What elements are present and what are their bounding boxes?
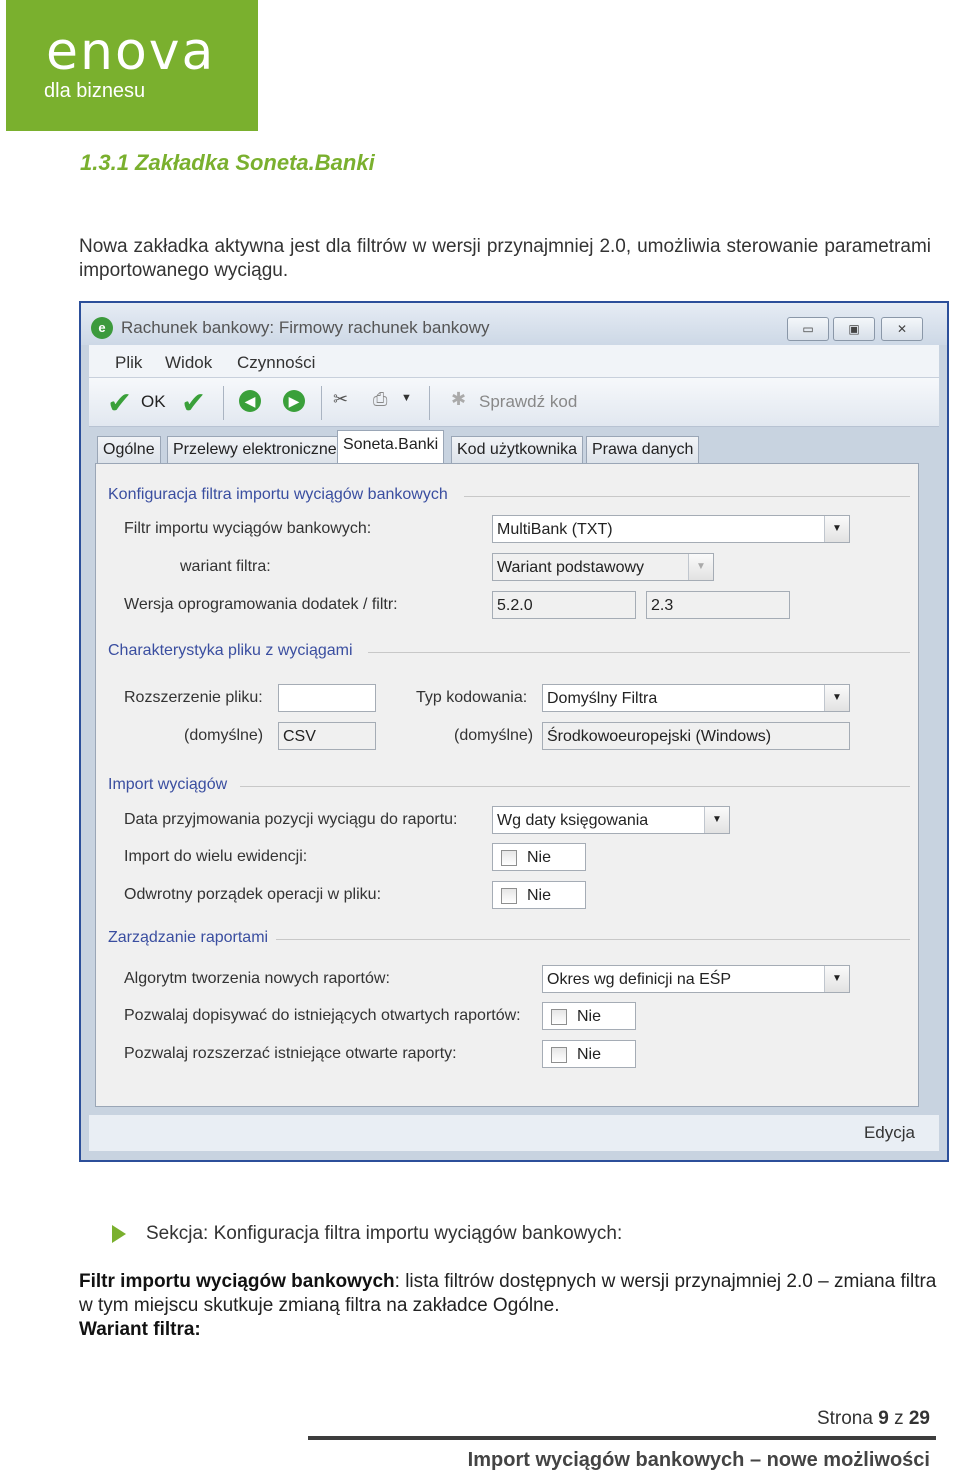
footer-title: Import wyciągów bankowych – nowe możliwo…: [467, 1449, 930, 1471]
page-number: Strona 9 z 29: [817, 1408, 930, 1430]
menu-bar: Plik Widok Czynności: [89, 345, 939, 378]
print-icon[interactable]: ⎙: [373, 389, 387, 410]
variant-label: wariant filtra:: [180, 558, 271, 575]
window-titlebar: e Rachunek bankowy: Firmowy rachunek ban…: [81, 303, 947, 345]
chevron-down-icon: ▼: [688, 554, 713, 580]
tab-kod-uzytkownika[interactable]: Kod użytkownika: [451, 436, 584, 463]
date-select[interactable]: Wg daty księgowania ▼: [492, 806, 730, 834]
menu-czynnosci[interactable]: Czynności: [237, 353, 315, 373]
multi-value: Nie: [527, 849, 552, 866]
append-checkbox[interactable]: Nie: [542, 1002, 636, 1030]
forward-arrow-icon[interactable]: ▶: [283, 390, 305, 412]
encoding-label: Typ kodowania:: [416, 689, 528, 706]
date-label: Data przyjmowania pozycji wyciągu do rap…: [124, 811, 458, 828]
extend-value: Nie: [577, 1046, 602, 1063]
tab-soneta-banki[interactable]: Soneta.Banki: [337, 430, 445, 464]
tab-prawa-danych[interactable]: Prawa danych: [586, 436, 700, 463]
version-filter-field: 2.3: [646, 591, 790, 619]
multi-label: Import do wielu ewidencji:: [124, 848, 308, 865]
chevron-down-icon[interactable]: ▼: [824, 685, 849, 711]
body-paragraph: Filtr importu wyciągów bankowych: lista …: [79, 1270, 951, 1342]
encoding-default-label: (domyślne): [454, 727, 534, 744]
ext-label: Rozszerzenie pliku:: [124, 689, 263, 706]
filter-select[interactable]: MultiBank (TXT) ▼: [492, 515, 850, 543]
multi-checkbox[interactable]: Nie: [492, 843, 586, 871]
variant-select[interactable]: Wariant podstawowy ▼: [492, 553, 714, 581]
ok-check-icon[interactable]: ✔: [107, 386, 132, 421]
term-filter: Filtr importu wyciągów bankowych: [79, 1271, 395, 1292]
encoding-select[interactable]: Domyślny Filtra ▼: [542, 684, 850, 712]
app-icon: e: [91, 317, 113, 339]
bullet-arrow-icon: [112, 1225, 126, 1243]
menu-widok[interactable]: Widok: [165, 353, 212, 373]
checkbox-icon[interactable]: [551, 1047, 567, 1063]
extend-checkbox[interactable]: Nie: [542, 1040, 636, 1068]
bullet-item: Sekcja: Konfiguracja filtra importu wyci…: [146, 1223, 623, 1244]
version-addon-field: 5.2.0: [492, 591, 636, 619]
page-total: 29: [908, 1408, 930, 1429]
encoding-default-field: Środkowoeuropejski (Windows): [542, 722, 850, 750]
encoding-value: Domyślny Filtra: [547, 690, 658, 707]
tab-panel: Konfiguracja filtra importu wyciągów ban…: [95, 463, 919, 1107]
algo-value: Okres wg definicji na EŚP: [547, 971, 732, 988]
section-heading: 1.3.1 Zakładka Soneta.Banki: [80, 150, 375, 175]
algo-select[interactable]: Okres wg definicji na EŚP ▼: [542, 965, 850, 993]
version-label: Wersja oprogramowania dodatek / filtr:: [124, 596, 398, 613]
tab-strip: Ogólne Przelewy elektroniczne Soneta.Ban…: [89, 427, 939, 464]
ext-default-field: CSV: [278, 722, 376, 750]
reverse-value: Nie: [527, 887, 552, 904]
chevron-down-icon[interactable]: ▼: [824, 516, 849, 542]
check-code-button[interactable]: Sprawdź kod: [479, 392, 577, 412]
checkbox-icon[interactable]: [551, 1009, 567, 1025]
back-arrow-icon[interactable]: ◀: [239, 390, 261, 412]
ext-default-label: (domyślne): [184, 727, 264, 744]
checkbox-icon[interactable]: [501, 888, 517, 904]
tab-przelewy[interactable]: Przelewy elektroniczne: [167, 436, 343, 463]
filter-label: Filtr importu wyciągów bankowych:: [124, 520, 372, 537]
section-filter-config: Konfiguracja filtra importu wyciągów ban…: [108, 486, 448, 503]
print-dropdown-icon[interactable]: ▼: [401, 392, 412, 404]
section-reports: Zarządzanie raportami: [108, 929, 269, 946]
ext-input[interactable]: [278, 684, 376, 712]
section-import: Import wyciągów: [108, 776, 228, 793]
status-bar: Edycja: [89, 1115, 939, 1151]
status-text: Edycja: [863, 1123, 915, 1142]
intro-paragraph: Nowa zakładka aktywna jest dla filtrów w…: [79, 236, 931, 281]
window-title: Rachunek bankowy: Firmowy rachunek banko…: [121, 318, 490, 337]
reverse-label: Odwrotny porządek operacji w pliku:: [124, 886, 382, 903]
logo-tagline: dla biznesu: [44, 80, 146, 102]
algo-label: Algorytm tworzenia nowych raportów:: [124, 970, 390, 987]
chevron-down-icon[interactable]: ▼: [824, 966, 849, 992]
append-label: Pozwalaj dopisywać do istniejących otwar…: [124, 1007, 521, 1024]
reverse-checkbox[interactable]: Nie: [492, 881, 586, 909]
enova-logo: enova dla biznesu: [6, 0, 258, 131]
append-value: Nie: [577, 1008, 602, 1025]
close-icon[interactable]: ✕: [881, 317, 923, 341]
chevron-down-icon[interactable]: ▼: [704, 807, 729, 833]
extend-label: Pozwalaj rozszerzać istniejące otwarte r…: [124, 1045, 457, 1062]
page-current: 9: [878, 1408, 889, 1429]
filter-value: MultiBank (TXT): [497, 521, 613, 538]
footer-divider: [308, 1436, 936, 1440]
menu-plik[interactable]: Plik: [115, 353, 142, 373]
maximize-icon[interactable]: ▣: [833, 317, 875, 341]
date-value: Wg daty księgowania: [497, 812, 649, 829]
dialog-screenshot: e Rachunek bankowy: Firmowy rachunek ban…: [79, 301, 949, 1162]
logo-wordmark: enova: [46, 22, 216, 82]
checkbox-icon[interactable]: [501, 850, 517, 866]
ok-alt-check-icon[interactable]: ✔: [181, 386, 206, 421]
tools-icon[interactable]: ✂: [333, 389, 348, 410]
minimize-icon[interactable]: ▭: [787, 317, 829, 341]
section-file-characteristics: Charakterystyka pliku z wyciągami: [108, 642, 353, 659]
tab-ogolne[interactable]: Ogólne: [97, 436, 161, 463]
page-label: Strona: [816, 1408, 873, 1429]
ok-button[interactable]: OK: [141, 392, 166, 412]
page-of-label: z: [894, 1408, 904, 1429]
variant-value: Wariant podstawowy: [497, 559, 645, 576]
check-code-icon: ✱: [451, 389, 467, 409]
toolbar: ✔ OK ✔ ◀ ▶ ✂ ⎙ ▼ ✱ Sprawdź kod: [89, 378, 939, 427]
term-variant: Wariant filtra:: [79, 1319, 201, 1340]
